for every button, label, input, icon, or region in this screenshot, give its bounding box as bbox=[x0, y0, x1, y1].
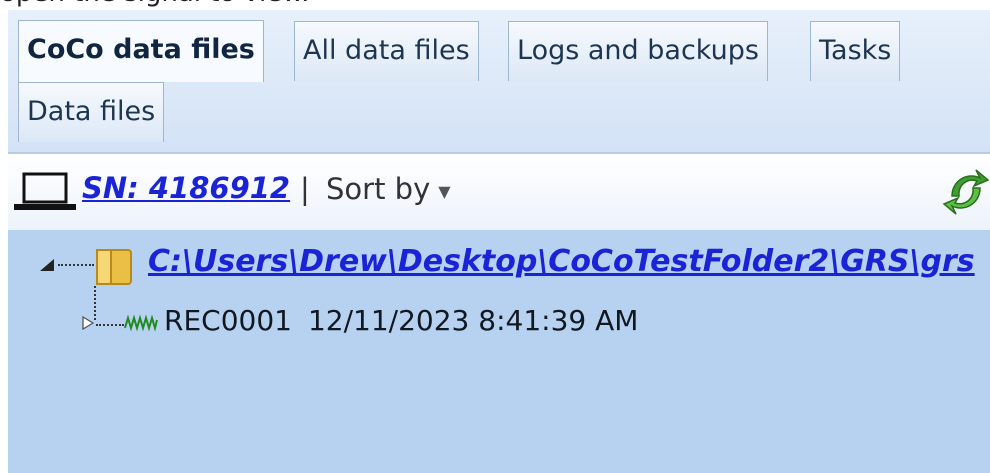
recording-datetime: 12/11/2023 8:41:39 AM bbox=[307, 304, 639, 337]
recording-item[interactable]: REC0001 12/11/2023 8:41:39 AM bbox=[164, 304, 638, 337]
tab-tasks[interactable]: Tasks bbox=[810, 21, 901, 81]
page-caption: open the signal to view. bbox=[0, 0, 309, 8]
laptop-icon[interactable] bbox=[12, 172, 78, 212]
toolbar-separator: | bbox=[300, 172, 310, 206]
folder-path-link[interactable]: C:\Users\Drew\Desktop\CoCoTestFolder2\GR… bbox=[148, 244, 975, 279]
sort-by-dropdown[interactable]: Sort by ▼ bbox=[326, 172, 451, 206]
recording-name: REC0001 bbox=[164, 304, 292, 337]
sort-by-label: Sort by bbox=[326, 172, 431, 206]
file-tree: C:\Users\Drew\Desktop\CoCoTestFolder2\GR… bbox=[8, 230, 990, 473]
folder-icon bbox=[96, 249, 132, 285]
tab-all-data-files[interactable]: All data files bbox=[294, 21, 479, 81]
tab-coco-data-files[interactable]: CoCo data files bbox=[18, 20, 264, 82]
tab-data-files[interactable]: Data files bbox=[18, 82, 165, 142]
chevron-down-icon: ▼ bbox=[438, 181, 451, 201]
refresh-icon[interactable] bbox=[942, 166, 990, 218]
tab-logs-and-backups[interactable]: Logs and backups bbox=[508, 21, 768, 81]
tab-strip: CoCo data files All data files Logs and … bbox=[8, 10, 990, 156]
tree-expand-closed-icon[interactable] bbox=[82, 316, 94, 330]
serial-number-link[interactable]: SN: 4186912 bbox=[82, 171, 290, 205]
tree-connector bbox=[58, 264, 94, 266]
tree-connector bbox=[96, 324, 124, 326]
tree-expand-open-icon[interactable] bbox=[38, 258, 56, 272]
tree-connector bbox=[94, 286, 96, 320]
toolbar: SN: 4186912 | Sort by ▼ bbox=[8, 154, 990, 231]
signal-icon bbox=[124, 314, 158, 332]
